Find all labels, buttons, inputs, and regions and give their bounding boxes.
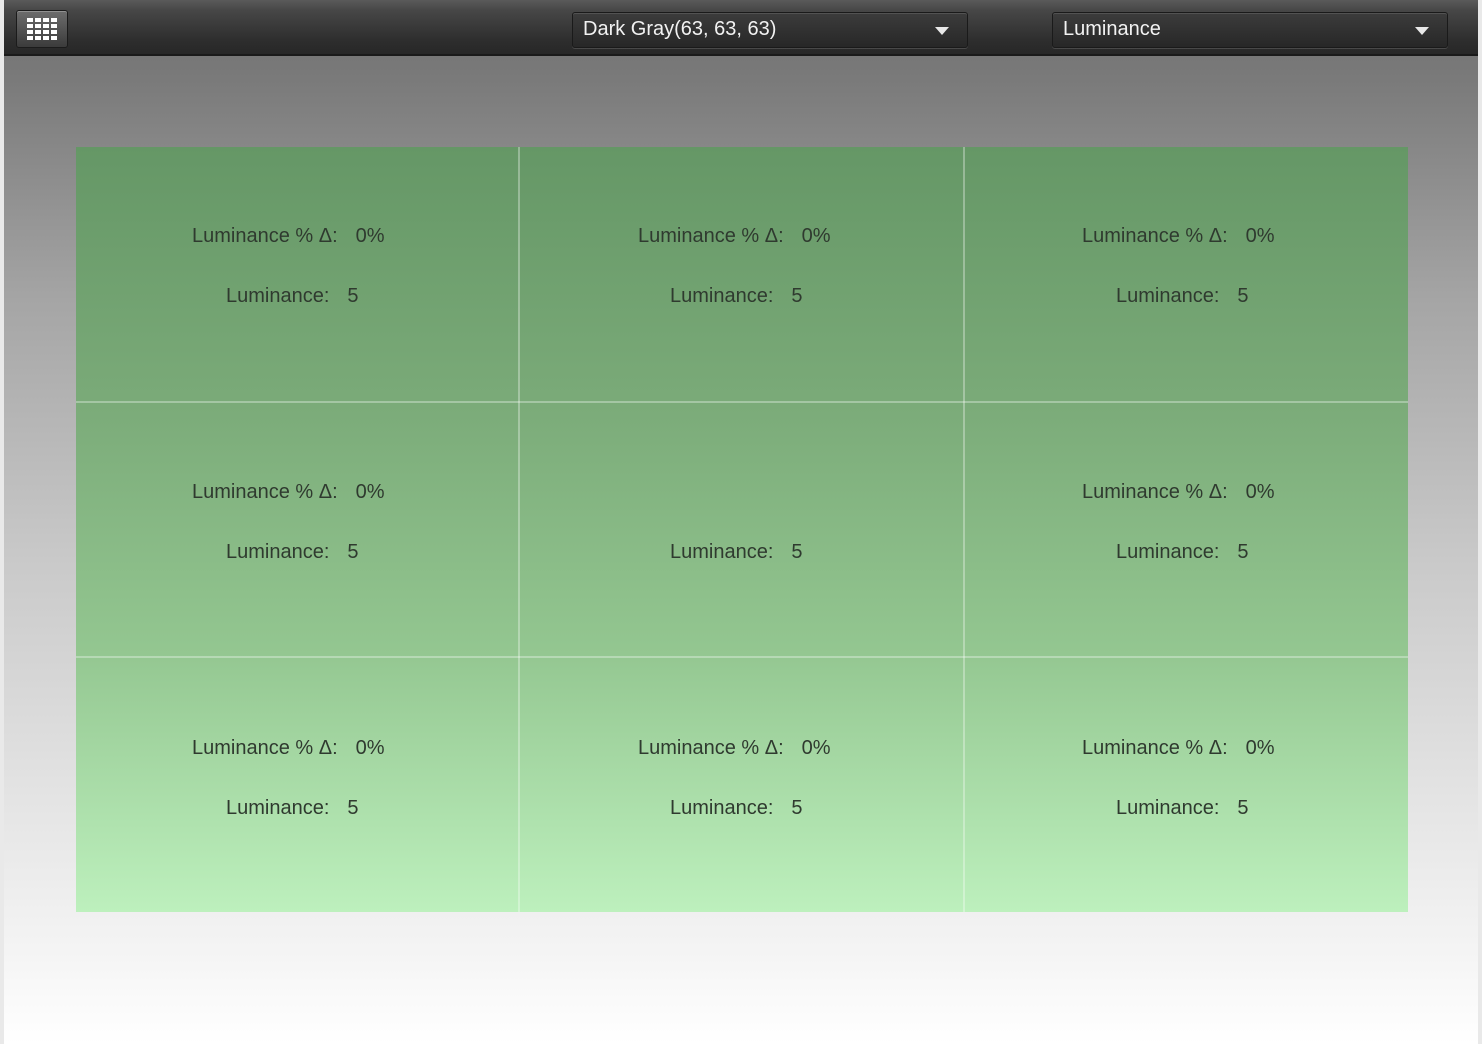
- luminance-delta-value: 0%: [801, 225, 831, 247]
- luminance-delta-value: 0%: [1245, 225, 1275, 247]
- luminance-row: Luminance: 5: [1116, 541, 1249, 564]
- luminance-delta-row: [638, 481, 656, 504]
- luminance-row: Luminance: 5: [1116, 285, 1249, 308]
- luminance-delta-label: Luminance % Δ:: [1082, 225, 1228, 247]
- luminance-delta-label: Luminance % Δ:: [638, 737, 784, 759]
- toolbar: Dark Gray(63, 63, 63) Luminance: [4, 0, 1478, 56]
- luminance-delta-row: Luminance % Δ: 0%: [192, 481, 385, 504]
- luminance-row: Luminance: 5: [226, 541, 359, 564]
- luminance-delta-row: Luminance % Δ: 0%: [638, 225, 831, 248]
- grid-cell: Luminance % Δ: 0% Luminance: 5: [520, 147, 964, 402]
- luminance-value: 5: [791, 285, 803, 307]
- app-window: Dark Gray(63, 63, 63) Luminance Luminanc…: [4, 0, 1478, 1044]
- luminance-delta-label: Luminance % Δ:: [192, 481, 338, 503]
- grid-cell: Luminance % Δ: 0% Luminance: 5: [965, 658, 1408, 912]
- luminance-delta-row: Luminance % Δ: 0%: [638, 737, 831, 760]
- chevron-down-icon: [1415, 27, 1429, 35]
- chevron-down-icon: [935, 27, 949, 35]
- luminance-row: Luminance: 5: [670, 541, 803, 564]
- luminance-delta-row: Luminance % Δ: 0%: [1082, 737, 1275, 760]
- luminance-delta-value: 0%: [801, 737, 831, 759]
- luminance-delta-row: Luminance % Δ: 0%: [192, 737, 385, 760]
- luminance-value: 5: [791, 797, 803, 819]
- luminance-row: Luminance: 5: [226, 285, 359, 308]
- luminance-row: Luminance: 5: [226, 797, 359, 820]
- luminance-label: Luminance:: [226, 541, 330, 563]
- luminance-label: Luminance:: [670, 797, 774, 819]
- app-frame: Dark Gray(63, 63, 63) Luminance Luminanc…: [0, 0, 1482, 1044]
- luminance-delta-row: Luminance % Δ: 0%: [1082, 225, 1275, 248]
- luminance-label: Luminance:: [670, 285, 774, 307]
- luminance-value: 5: [347, 541, 359, 563]
- luminance-label: Luminance:: [226, 797, 330, 819]
- grid-cell: Luminance % Δ: 0% Luminance: 5: [520, 658, 964, 912]
- luminance-value: 5: [1237, 541, 1249, 563]
- luminance-label: Luminance:: [1116, 285, 1220, 307]
- measurement-mode-selected: Luminance: [1063, 18, 1161, 40]
- grid-cell: Luminance % Δ: 0% Luminance: 5: [76, 147, 519, 402]
- luminance-value: 5: [347, 797, 359, 819]
- luminance-label: Luminance:: [226, 285, 330, 307]
- luminance-delta-value: 0%: [355, 225, 385, 247]
- luminance-delta-label: Luminance % Δ:: [192, 225, 338, 247]
- luminance-delta-label: Luminance % Δ:: [1082, 737, 1228, 759]
- luminance-delta-value: 0%: [1245, 737, 1275, 759]
- luminance-delta-value: 0%: [355, 737, 385, 759]
- luminance-value: 5: [1237, 285, 1249, 307]
- grid-toggle-button[interactable]: [16, 10, 68, 48]
- luminance-row: Luminance: 5: [1116, 797, 1249, 820]
- grid-cell: Luminance % Δ: 0% Luminance: 5: [76, 403, 519, 657]
- luminance-delta-label: Luminance % Δ:: [638, 225, 784, 247]
- luminance-value: 5: [791, 541, 803, 563]
- color-preset-selected: Dark Gray(63, 63, 63): [583, 18, 777, 40]
- grid-icon: [27, 18, 57, 40]
- grid-cell: Luminance % Δ: 0% Luminance: 5: [76, 658, 519, 912]
- measurement-mode-dropdown[interactable]: Luminance: [1052, 12, 1448, 48]
- grid-cell: Luminance % Δ: 0% Luminance: 5: [965, 403, 1408, 657]
- luminance-delta-label: Luminance % Δ:: [1082, 481, 1228, 503]
- color-preset-dropdown[interactable]: Dark Gray(63, 63, 63): [572, 12, 968, 48]
- luminance-delta-row: Luminance % Δ: 0%: [192, 225, 385, 248]
- luminance-value: 5: [347, 285, 359, 307]
- uniformity-grid-panel: Luminance % Δ: 0% Luminance: 5 Luminance %…: [76, 147, 1408, 912]
- luminance-label: Luminance:: [1116, 797, 1220, 819]
- luminance-row: Luminance: 5: [670, 797, 803, 820]
- luminance-delta-value: 0%: [1245, 481, 1275, 503]
- luminance-label: Luminance:: [1116, 541, 1220, 563]
- grid-cell-reference: Luminance: 5: [520, 403, 964, 657]
- luminance-row: Luminance: 5: [670, 285, 803, 308]
- grid-cell: Luminance % Δ: 0% Luminance: 5: [965, 147, 1408, 402]
- luminance-delta-label: Luminance % Δ:: [192, 737, 338, 759]
- luminance-label: Luminance:: [670, 541, 774, 563]
- luminance-delta-value: 0%: [355, 481, 385, 503]
- luminance-value: 5: [1237, 797, 1249, 819]
- luminance-delta-row: Luminance % Δ: 0%: [1082, 481, 1275, 504]
